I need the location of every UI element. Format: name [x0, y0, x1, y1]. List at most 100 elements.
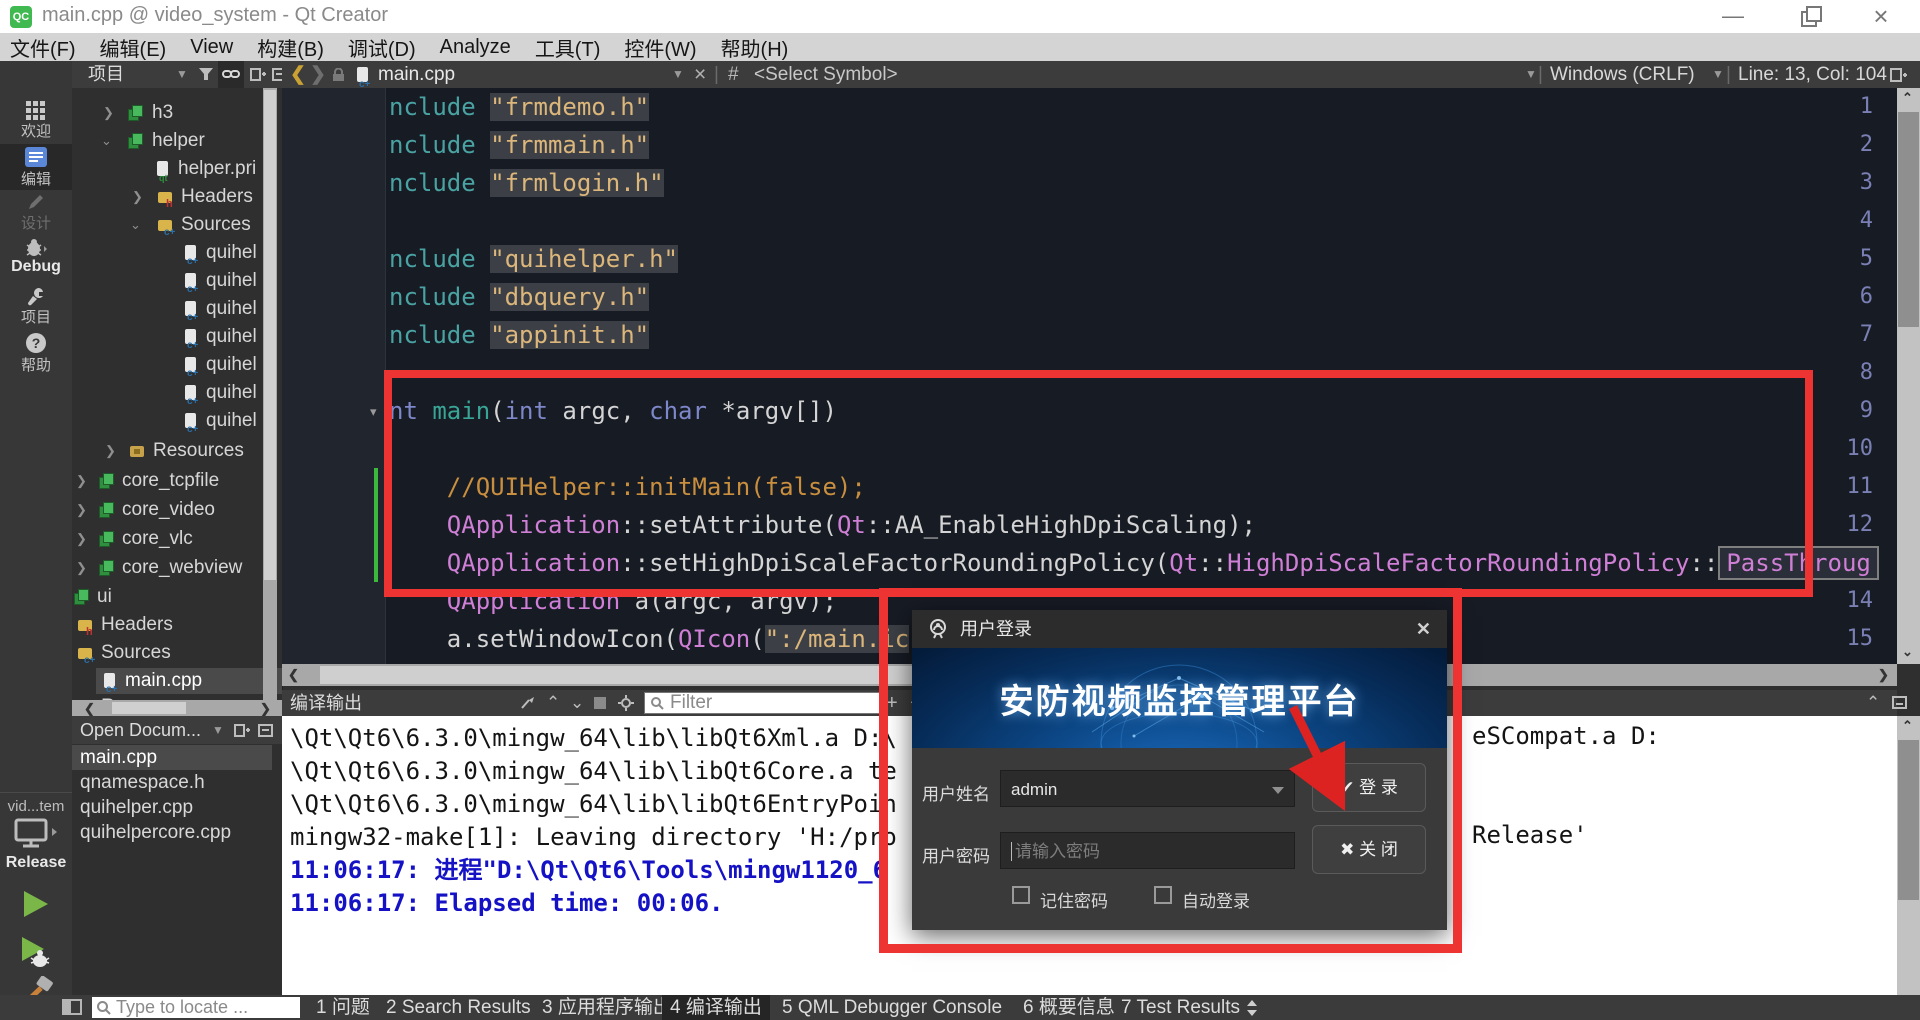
editor-vertical-scrollbar[interactable]: ⌃ ⌄ [1897, 88, 1920, 664]
menu-edit[interactable]: 编辑(E) [100, 33, 167, 62]
scrollbar-thumb[interactable] [1898, 112, 1919, 327]
menu-file[interactable]: 文件(F) [10, 33, 76, 62]
sidebar-toggle-icon[interactable] [62, 999, 82, 1015]
scrollbar-thumb[interactable] [1898, 740, 1919, 900]
tree-item-selected[interactable]: main.cpp [96, 668, 282, 694]
open-doc-item[interactable]: main.cpp [72, 745, 272, 770]
chevron-right-icon[interactable]: ❯ [132, 184, 143, 210]
restore-button[interactable] [1786, 2, 1832, 30]
output-fragment: Release' [1472, 821, 1588, 849]
tab-issues[interactable]: 1 问题 [308, 995, 378, 1020]
encoding-selector[interactable]: Windows (CRLF) [1550, 61, 1695, 88]
mode-debug[interactable]: Debug [0, 236, 72, 282]
split-editor-icon[interactable] [1890, 68, 1907, 82]
chevron-down-icon[interactable]: ▼ [176, 61, 188, 88]
window-title: main.cpp @ video_system - Qt Creator [42, 4, 388, 27]
split-icon[interactable] [234, 724, 250, 737]
chevron-right-icon[interactable]: ❯ [76, 468, 87, 494]
search-icon [97, 1001, 111, 1015]
project-icon [99, 560, 115, 576]
output-line: \Qt\Qt6\6.3.0\mingw_64\lib\libQt6EntryPo… [290, 788, 897, 821]
run-button[interactable] [22, 889, 50, 924]
project-panel-title[interactable]: 项目 [88, 61, 124, 88]
scrollbar-thumb[interactable] [112, 702, 186, 714]
menu-view[interactable]: View [190, 36, 233, 59]
filter-icon[interactable] [198, 67, 214, 82]
menu-widgets[interactable]: 控件(W) [624, 33, 696, 62]
menu-help[interactable]: 帮助(H) [721, 33, 789, 62]
locator-input[interactable]: Type to locate ... [92, 997, 300, 1018]
mode-help[interactable]: ? 帮助 [0, 330, 72, 376]
stop-icon[interactable] [594, 697, 606, 709]
close-panel-icon[interactable] [258, 724, 273, 737]
chevron-right-icon[interactable]: ❯ [76, 555, 87, 581]
output-vertical-scrollbar[interactable]: ⌃ [1897, 716, 1920, 995]
output-filter-input[interactable]: Filter [644, 692, 880, 714]
tab-compile-output[interactable]: 4 编译输出 [662, 995, 770, 1020]
chevron-right-icon[interactable]: ❯ [76, 497, 87, 523]
breadcrumb-file[interactable]: main.cpp [378, 61, 455, 88]
open-doc-item[interactable]: quihelper.cpp [72, 795, 272, 820]
sync-with-editor-button[interactable] [218, 61, 244, 88]
change-bar [374, 468, 378, 582]
fold-arrow-icon[interactable]: ▾ [370, 404, 377, 420]
open-doc-item[interactable]: quihelpercore.cpp [72, 820, 272, 845]
chevron-down-icon[interactable]: ▼ [672, 61, 684, 88]
tab-qml-debugger[interactable]: 5 QML Debugger Console [774, 995, 1010, 1020]
chevron-down-icon[interactable]: ▼ [212, 716, 224, 744]
menu-build[interactable]: 构建(B) [257, 33, 324, 62]
menu-tools[interactable]: 工具(T) [535, 33, 601, 62]
tab-summary[interactable]: 6 概要信息 [1015, 995, 1123, 1020]
scroll-left-icon[interactable]: ❮ [84, 701, 95, 717]
line-number: 9 [1813, 392, 1873, 430]
chevron-down-icon[interactable]: ⌄ [130, 212, 141, 238]
gear-icon[interactable] [618, 695, 634, 711]
next-item-icon[interactable]: ⌄ [570, 690, 584, 716]
scroll-up-icon[interactable]: ⌃ [1902, 718, 1913, 734]
back-icon[interactable]: ❮ [290, 61, 306, 88]
chevron-right-icon[interactable]: ❯ [103, 100, 114, 126]
panel-updown-icon[interactable] [1245, 998, 1257, 1018]
collapse-panel-icon[interactable]: ⌃ [1866, 690, 1880, 716]
scroll-up-icon[interactable]: ⌃ [1902, 90, 1913, 106]
menu-debug[interactable]: 调试(D) [348, 33, 416, 62]
tree-horizontal-scrollbar[interactable]: ❮ ❯ [72, 700, 282, 716]
cpp-file-icon [184, 301, 200, 317]
tree-vertical-scrollbar[interactable] [263, 88, 277, 700]
forward-icon[interactable]: ❯ [310, 61, 326, 88]
scroll-right-icon[interactable]: ❯ [260, 701, 271, 717]
minimize-button[interactable]: — [1710, 2, 1756, 30]
close-button[interactable]: × [1858, 2, 1904, 30]
open-doc-item[interactable]: qnamespace.h [72, 770, 272, 795]
split-icon[interactable] [250, 68, 266, 81]
tab-application-output[interactable]: 3 应用程序输出 [534, 995, 680, 1020]
chevron-right-icon[interactable]: ❯ [105, 438, 116, 464]
scroll-right-icon[interactable]: ❯ [1878, 667, 1889, 683]
tab-search-results[interactable]: 2 Search Results [378, 995, 539, 1020]
popout-panel-icon[interactable] [1892, 696, 1907, 709]
debug-run-button[interactable] [20, 936, 54, 975]
sources-folder-icon [158, 217, 174, 233]
close-document-icon[interactable]: × [694, 61, 706, 88]
chevron-down-icon[interactable]: ▼ [1712, 61, 1724, 88]
run-target-button[interactable] [14, 818, 58, 853]
symbol-selector[interactable]: <Select Symbol> [754, 61, 898, 88]
mode-projects[interactable]: 项目 [0, 284, 72, 330]
tab-test-results[interactable]: 7 Test Results [1113, 995, 1248, 1020]
prev-item-icon[interactable]: ⌃ [546, 690, 560, 716]
mode-edit[interactable]: 编辑 [0, 144, 72, 190]
chevron-right-icon[interactable]: ❯ [76, 526, 87, 552]
project-icon [128, 105, 144, 121]
title-bar: QC main.cpp @ video_system - Qt Creator … [0, 0, 1920, 33]
chevron-down-icon[interactable]: ▼ [1525, 61, 1537, 88]
scroll-left-icon[interactable]: ❮ [288, 667, 299, 683]
menu-analyze[interactable]: Analyze [440, 36, 511, 59]
open-documents-title[interactable]: Open Docum... [80, 716, 201, 744]
chevron-down-icon[interactable]: ⌄ [101, 128, 112, 154]
menu-bar: 文件(F) 编辑(E) View 构建(B) 调试(D) Analyze 工具(… [0, 33, 1920, 61]
scroll-down-icon[interactable]: ⌄ [1902, 644, 1913, 660]
mode-design[interactable]: 设计 [0, 190, 72, 236]
mode-welcome[interactable]: 欢迎 [0, 98, 72, 144]
clean-broom-icon[interactable] [520, 696, 536, 710]
scrollbar-thumb[interactable] [264, 90, 276, 580]
